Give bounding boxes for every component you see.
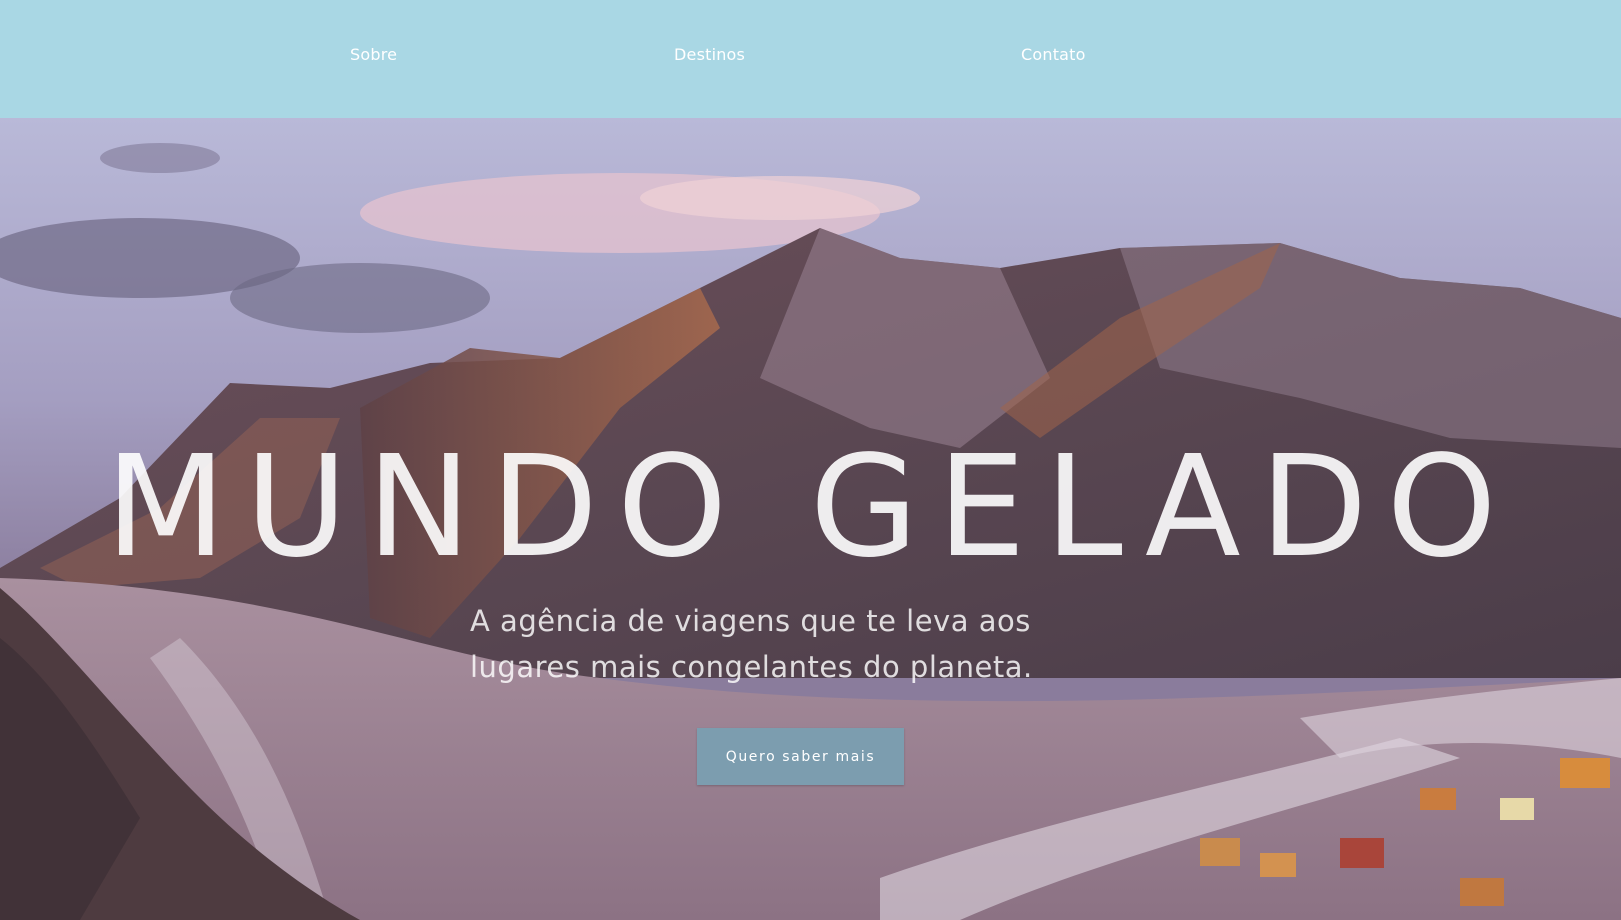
cta-button[interactable]: Quero saber mais	[697, 728, 904, 785]
nav-link-contato[interactable]: Contato	[1021, 45, 1086, 64]
nav-link-destinos[interactable]: Destinos	[674, 45, 745, 64]
nav-link-sobre[interactable]: Sobre	[350, 45, 397, 64]
hero-title: MUNDO GELADO	[105, 426, 1516, 589]
hero-section: MUNDO GELADO A agência de viagens que te…	[0, 118, 1621, 920]
top-navbar: Sobre Destinos Contato	[0, 0, 1621, 118]
hero-subtitle: A agência de viagens que te leva aos lug…	[470, 604, 1033, 684]
